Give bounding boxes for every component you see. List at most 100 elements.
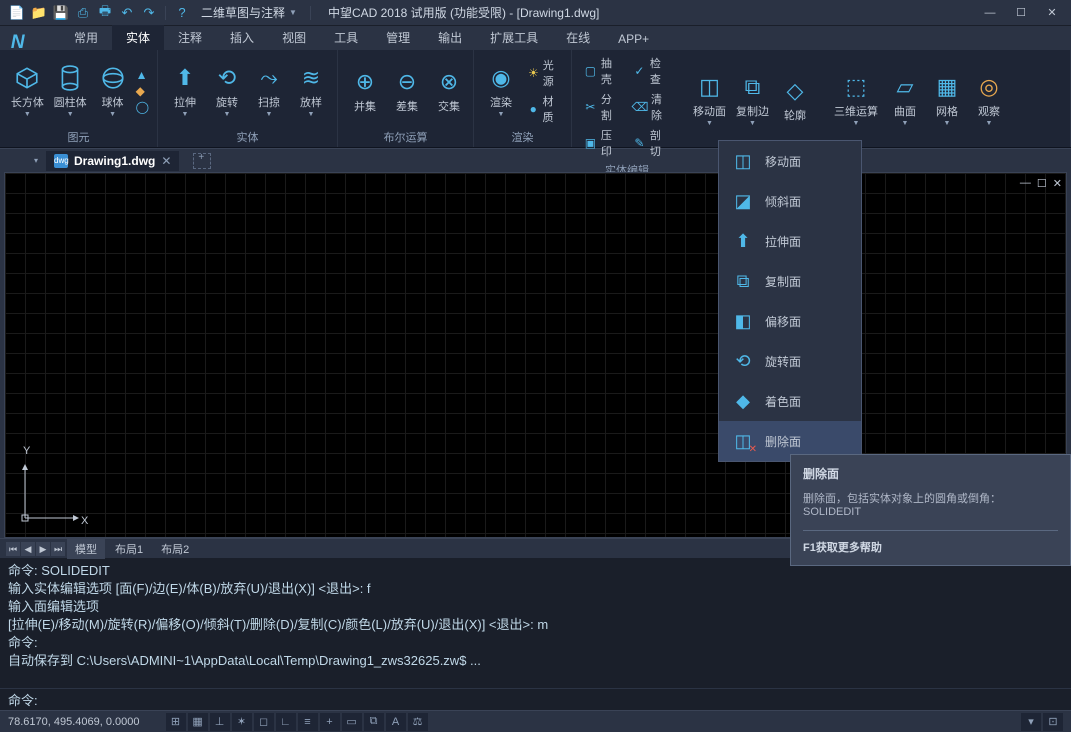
layout-tab-2[interactable]: 布局2 [153,539,197,559]
menu-taperface[interactable]: ◪倾斜面 [719,181,861,221]
ribbon-group-render: ◉渲染▼ ☀光源 ●材质 渲染 [474,50,572,147]
layout-tab-model[interactable]: 模型 [67,539,105,559]
ribbon-group-solid: ⬆拉伸▼ ⟲旋转▼ ⤳扫掠▼ ≋放样▼ 实体 [158,50,338,147]
minimize-button[interactable]: — [975,2,1005,24]
cylinder-button[interactable]: 圆柱体▼ [51,55,90,127]
ribbon-group-edit1: ▢抽壳 ✂分割 ▣压印 ✓检查 ⌫清除 ✎剖切 实体编辑 [572,50,682,147]
menu-copyface[interactable]: ⧉复制面 [719,261,861,301]
new-icon[interactable]: 📄 [8,4,26,22]
undo-icon[interactable]: ↶ [118,4,136,22]
cylinder-icon [56,64,84,92]
group-label: 实体 [166,127,329,145]
box-button[interactable]: 长方体▼ [8,55,47,127]
ribbon-group-faceedit: ◫移动面▼ ⧉复制边▼ ◇轮廓 [682,50,822,147]
tooltip: 删除面 删除面，包括实体对象上的圆角或倒角：SOLIDEDIT F1获取更多帮助 [790,454,1071,566]
3dop-button[interactable]: ⬚三维运算▼ [830,64,882,136]
tab-common[interactable]: 常用 [60,25,112,50]
cmd-line: 输入实体编辑选项 [面(F)/边(E)/体(B)/放弃(U)/退出(X)] <退… [8,580,1063,598]
vp-maximize[interactable]: ☐ [1037,177,1047,190]
check-button[interactable]: ✓检查 [629,54,674,88]
maximize-button[interactable]: ☐ [1006,2,1036,24]
wedge-icon[interactable]: ◆ [136,84,149,98]
offsetface-icon: ◧ [731,309,755,333]
shell-icon: ▢ [584,64,597,78]
document-name: Drawing1.dwg [74,154,155,168]
mesh-button[interactable]: ▦网格▼ [928,64,966,136]
moveface-button[interactable]: ◫移动面▼ [690,64,729,136]
sweep-icon: ⤳ [255,64,283,92]
tab-tools[interactable]: 工具 [320,25,372,50]
tab-manage[interactable]: 管理 [372,25,424,50]
help-icon[interactable]: ? [173,4,191,22]
clean-button[interactable]: ⌫清除 [629,90,674,124]
new-document-button[interactable] [193,153,211,169]
union-button[interactable]: ⊕并集 [346,55,384,127]
colorface-icon: ◆ [731,389,755,413]
clean-icon: ⌫ [633,100,647,114]
close-button[interactable]: ✕ [1037,2,1067,24]
sweep-button[interactable]: ⤳扫掠▼ [250,55,288,127]
tooltip-help: F1获取更多帮助 [803,530,1058,555]
close-tab-icon[interactable]: ✕ [161,154,171,168]
light-button[interactable]: ☀光源 [524,56,563,90]
split-button[interactable]: ✂分割 [580,90,625,124]
open-icon[interactable]: 📁 [30,4,48,22]
tab-app[interactable]: APP+ [604,28,663,50]
menu-extrudeface[interactable]: ⬆拉伸面 [719,221,861,261]
sphere-button[interactable]: 球体▼ [94,55,132,127]
menu-offsetface[interactable]: ◧偏移面 [719,301,861,341]
workspace-selector[interactable]: 二维草图与注释 ▼ [195,4,303,21]
copyface-icon: ⧉ [731,269,755,293]
revolve-button[interactable]: ⟲旋转▼ [208,55,246,127]
render-icon: ◉ [487,64,515,92]
saveas-icon[interactable]: ⎙ [74,4,92,22]
silhouette-button[interactable]: ◇轮廓 [776,64,814,136]
render-button[interactable]: ◉渲染▼ [482,55,520,127]
vp-close[interactable]: ✕ [1053,177,1062,190]
intersect-button[interactable]: ⊗交集 [430,55,468,127]
shell-button[interactable]: ▢抽壳 [580,54,625,88]
copyedge-icon: ⧉ [739,73,767,101]
cmd-line: 输入面编辑选项 [8,598,1063,616]
subtract-button[interactable]: ⊖差集 [388,55,426,127]
menu-colorface[interactable]: ◆着色面 [719,381,861,421]
tab-solid[interactable]: 实体 [112,25,164,50]
extrude-button[interactable]: ⬆拉伸▼ [166,55,204,127]
scroll-last[interactable]: ⏭ [51,542,65,556]
tab-annotate[interactable]: 注释 [164,25,216,50]
view-button[interactable]: ◎观察▼ [970,64,1008,136]
tab-insert[interactable]: 插入 [216,25,268,50]
group-label: 布尔运算 [346,127,465,145]
loft-button[interactable]: ≋放样▼ [292,55,330,127]
document-tab[interactable]: dwg Drawing1.dwg ✕ [46,151,179,171]
redo-icon[interactable]: ↷ [140,4,158,22]
vp-minimize[interactable]: — [1020,177,1031,190]
surface-button[interactable]: ▱曲面▼ [886,64,924,136]
command-input-row[interactable]: 命令: [0,688,1071,710]
intersect-icon: ⊗ [435,68,463,96]
layout-tab-1[interactable]: 布局1 [107,539,151,559]
imprint-button[interactable]: ▣压印 [580,126,625,160]
chevron-down-icon: ▼ [67,112,74,118]
copyedge-button[interactable]: ⧉复制边▼ [733,64,772,136]
scroll-next[interactable]: ▶ [36,542,50,556]
cmd-line: [拉伸(E)/移动(M)/旋转(R)/偏移(O)/倾斜(T)/删除(D)/复制(… [8,616,1063,634]
split-icon: ✂ [584,100,597,114]
tab-ext[interactable]: 扩展工具 [476,25,552,50]
menu-moveface[interactable]: ◫移动面 [719,141,861,181]
tab-view[interactable]: 视图 [268,25,320,50]
save-icon[interactable]: 💾 [52,4,70,22]
command-history[interactable]: 命令: SOLIDEDIT 输入实体编辑选项 [面(F)/边(E)/体(B)/放… [0,558,1071,688]
plot-icon[interactable]: 🖶 [96,4,114,22]
torus-icon[interactable]: ◯ [136,100,149,114]
polysolid-icon[interactable]: ▲ [136,68,149,82]
qat-separator [165,6,166,20]
scroll-first[interactable]: ⏮ [6,542,20,556]
menu-rotateface[interactable]: ⟲旋转面 [719,341,861,381]
scroll-prev[interactable]: ◀ [21,542,35,556]
slice-button[interactable]: ✎剖切 [629,126,674,160]
tab-online[interactable]: 在线 [552,25,604,50]
tab-output[interactable]: 输出 [424,25,476,50]
doctab-scroll-left[interactable]: ▾ [30,156,42,165]
material-button[interactable]: ●材质 [524,92,563,126]
